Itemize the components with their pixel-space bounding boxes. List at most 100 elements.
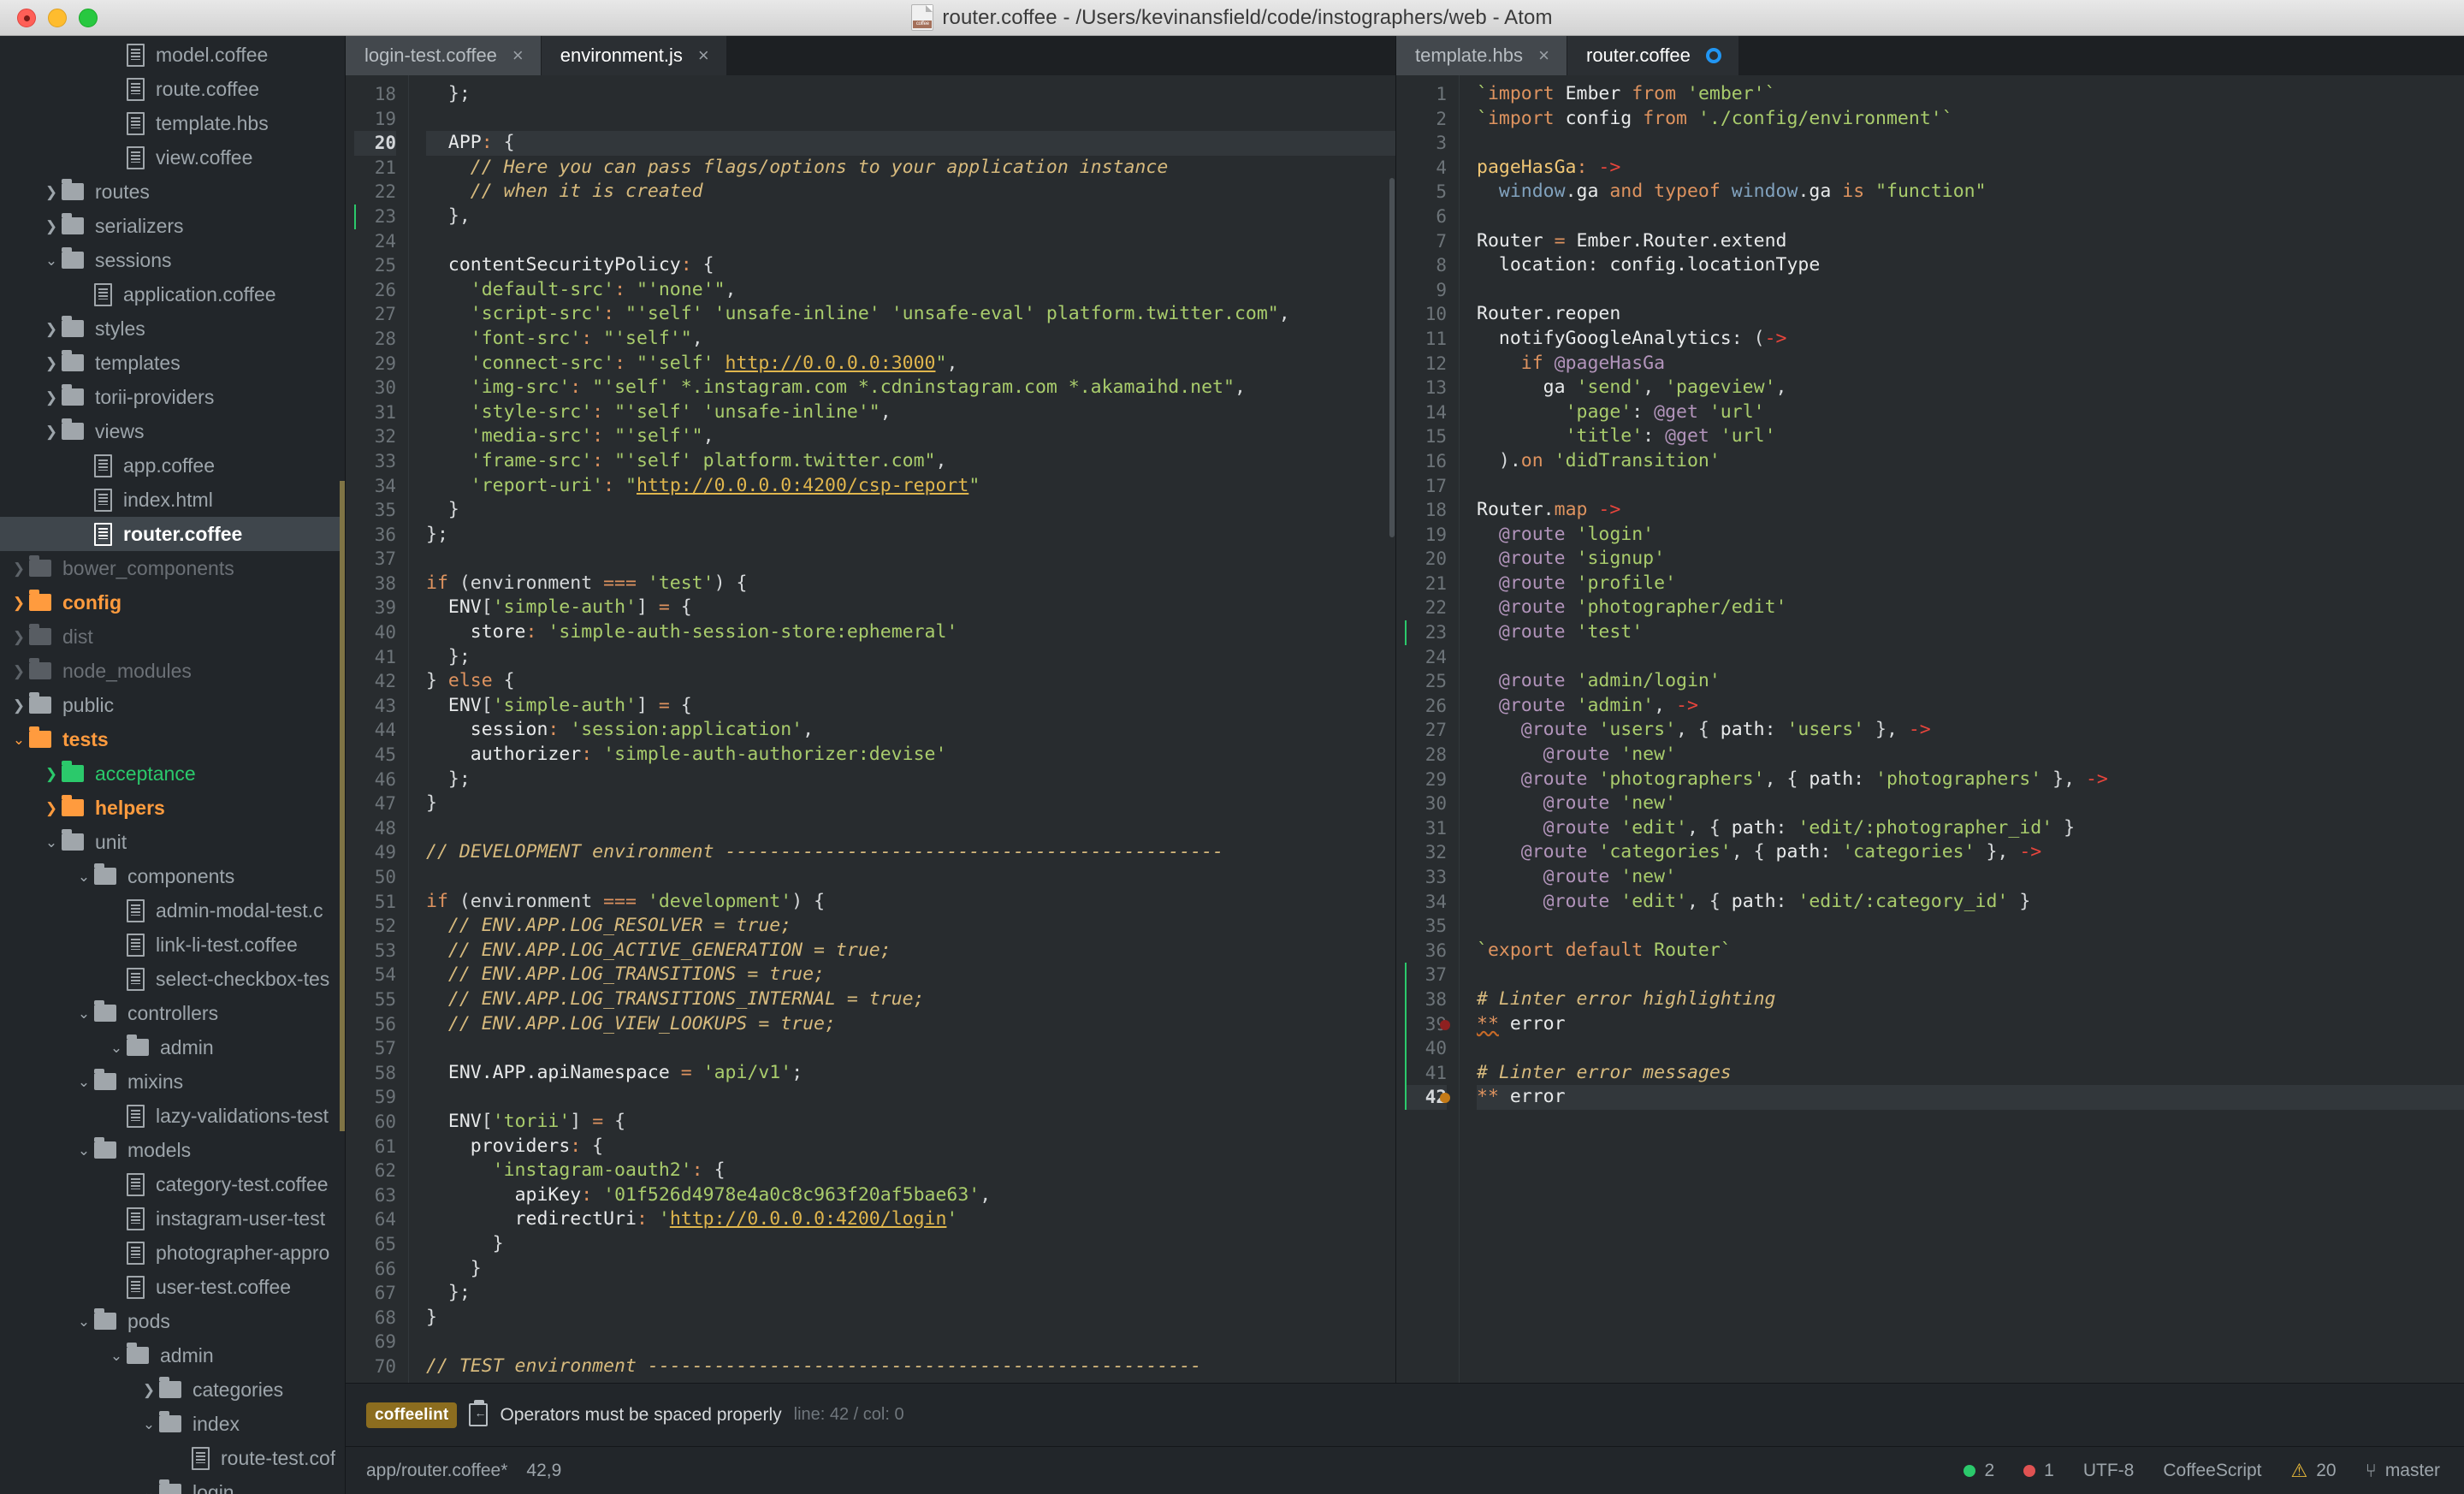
code-line[interactable]: APP: { [426,131,1395,156]
chevron-down-icon[interactable]: ⌄ [139,1485,159,1494]
code-line[interactable]: ** error [1477,1085,2464,1110]
code-line[interactable]: 'report-uri': "http://0.0.0.0:4200/csp-r… [426,474,1395,499]
chevron-right-icon[interactable]: ❯ [41,219,62,234]
tree-folder-tests[interactable]: ⌄ tests [0,722,345,756]
tree-folder-dist[interactable]: ❯ dist [0,620,345,654]
code-line[interactable]: session: 'session:application', [426,718,1395,743]
code-line[interactable]: Router = Ember.Router.extend [1477,229,2464,254]
code-line[interactable]: // DEVELOPMENT environment -------------… [426,840,1395,865]
code-line[interactable]: window.ga and typeof window.ga is "funct… [1477,180,2464,205]
chevron-right-icon[interactable]: ❯ [9,630,29,644]
code-line[interactable]: providers: { [426,1135,1395,1159]
right-tab-bar[interactable]: template.hbs × router.coffee [1396,36,2464,75]
tree-file-router-coffee[interactable]: router.coffee [0,517,345,551]
tree-file-select-checkbox-tes[interactable]: select-checkbox-tes [0,962,345,996]
tree-folder-components[interactable]: ⌄ components [0,859,345,893]
code-line[interactable]: @route 'login' [1477,523,2464,548]
code-line[interactable]: `import config from './config/environmen… [1477,107,2464,132]
code-line[interactable]: @route 'signup' [1477,547,2464,572]
tree-file-link-li-test-coffee[interactable]: link-li-test.coffee [0,928,345,962]
code-line[interactable]: redirectUri: 'http://0.0.0.0:4200/login' [426,1207,1395,1232]
code-line[interactable]: Router.map -> [1477,498,2464,523]
code-line[interactable] [426,1036,1395,1061]
code-line[interactable]: } else { [426,669,1395,694]
code-line[interactable]: @route 'edit', { path: 'edit/:category_i… [1477,890,2464,915]
code-line[interactable] [1477,474,2464,499]
code-line[interactable]: } [426,1257,1395,1282]
status-warnings[interactable]: ⚠ 20 [2291,1460,2337,1482]
chevron-right-icon[interactable]: ❯ [41,801,62,815]
code-line[interactable] [426,816,1395,841]
code-line[interactable]: ENV['simple-auth'] = { [426,694,1395,719]
code-line[interactable]: contentSecurityPolicy: { [426,253,1395,278]
code-line[interactable]: @route 'admin', -> [1477,694,2464,719]
tree-scrollbar[interactable] [340,481,345,1131]
right-editor[interactable]: 1 2 3 4 5 6 7 8 9 10 11 12 13 14 15 16 17 18 19 20 21 22 23 24 2… [1396,75,2464,1383]
chevron-down-icon[interactable]: ⌄ [106,1349,127,1363]
tree-file-photographer-appro[interactable]: photographer-appro [0,1236,345,1270]
chevron-down-icon[interactable]: ⌄ [139,1417,159,1432]
chevron-down-icon[interactable]: ⌄ [74,1006,94,1021]
status-file-path[interactable]: app/router.coffee* [366,1461,507,1481]
status-git-removed[interactable]: 1 [2023,1461,2054,1481]
chevron-right-icon[interactable]: ❯ [41,424,62,439]
chevron-down-icon[interactable]: ⌄ [41,835,62,850]
right-code-area[interactable]: `import Ember from 'ember'` `import confi… [1460,75,2464,1383]
code-line[interactable] [1477,963,2464,987]
left-code-area[interactable]: }; APP: { // Here you can pass flags/opt… [409,75,1395,1383]
code-line[interactable]: }; [426,82,1395,107]
tree-folder-routes[interactable]: ❯ routes [0,175,345,209]
tree-file-model-coffee[interactable]: model.coffee [0,38,345,72]
code-line[interactable]: @route 'photographer/edit' [1477,596,2464,620]
left-editor[interactable]: 18 19 20 21 22 23 24 25 26 27 28 29 30 31 32 33 34 35 36 37… [346,75,1395,1383]
code-line[interactable]: store: 'simple-auth-session-store:epheme… [426,620,1395,645]
code-line[interactable]: @route 'profile' [1477,572,2464,596]
code-line[interactable]: 'title': @get 'url' [1477,424,2464,449]
tab-environment-js[interactable]: environment.js × [541,36,727,75]
tree-file-lazy-validations-test[interactable]: lazy-validations-test [0,1099,345,1133]
chevron-right-icon[interactable]: ❯ [9,698,29,713]
code-line[interactable]: // ENV.APP.LOG_VIEW_LOOKUPS = true; [426,1012,1395,1037]
code-line[interactable] [426,107,1395,132]
tree-folder-helpers[interactable]: ❯ helpers [0,791,345,825]
chevron-right-icon[interactable]: ❯ [9,664,29,679]
tree-folder-serializers[interactable]: ❯ serializers [0,209,345,243]
code-line[interactable]: 'style-src': "'self' 'unsafe-inline'", [426,400,1395,425]
code-line[interactable]: # Linter error messages [1477,1061,2464,1086]
tree-file-user-test-coffee[interactable]: user-test.coffee [0,1270,345,1304]
status-git-branch[interactable]: ⑂ master [2366,1460,2440,1482]
tree-folder-controllers[interactable]: ⌄ controllers [0,996,345,1030]
left-editor-scrollbar[interactable] [1389,75,1395,1383]
tree-folder-sessions[interactable]: ⌄ sessions [0,243,345,277]
code-line[interactable]: @route 'new' [1477,791,2464,816]
tree-folder-mixins[interactable]: ⌄ mixins [0,1064,345,1099]
chevron-right-icon[interactable]: ❯ [41,390,62,405]
code-line[interactable]: // ENV.APP.LOG_TRANSITIONS = true; [426,963,1395,987]
code-line[interactable]: } [426,791,1395,816]
status-cursor-position[interactable]: 42,9 [526,1461,561,1481]
tree-folder-public[interactable]: ❯ public [0,688,345,722]
code-line[interactable] [1477,1036,2464,1061]
code-line[interactable]: ENV['torii'] = { [426,1110,1395,1135]
chevron-down-icon[interactable]: ⌄ [74,1075,94,1089]
tree-folder-views[interactable]: ❯ views [0,414,345,448]
tree-folder-login[interactable]: ⌄ login [0,1475,345,1494]
chevron-right-icon[interactable]: ❯ [139,1383,159,1397]
status-git-added[interactable]: 2 [1964,1461,1994,1481]
close-window-button[interactable] [17,8,36,27]
code-line[interactable]: @route 'photographers', { path: 'photogr… [1477,768,2464,792]
status-encoding[interactable]: UTF-8 [2083,1461,2135,1481]
tab-close-icon[interactable]: × [512,46,524,65]
code-line[interactable]: // ENV.APP.LOG_TRANSITIONS_INTERNAL = tr… [426,987,1395,1012]
code-line[interactable] [426,229,1395,254]
tree-folder-index[interactable]: ⌄ index [0,1407,345,1441]
chevron-down-icon[interactable]: ⌄ [9,732,29,747]
code-line[interactable]: @route 'new' [1477,743,2464,768]
code-line[interactable]: // ENV.APP.LOG_ACTIVE_GENERATION = true; [426,939,1395,963]
code-line[interactable]: } [426,498,1395,523]
status-grammar[interactable]: CoffeeScript [2163,1461,2261,1481]
tree-folder-admin[interactable]: ⌄ admin [0,1030,345,1064]
code-line[interactable]: } [426,1232,1395,1257]
tab-router-coffee[interactable]: router.coffee [1567,36,1739,75]
code-line[interactable]: if (environment === 'development') { [426,890,1395,915]
